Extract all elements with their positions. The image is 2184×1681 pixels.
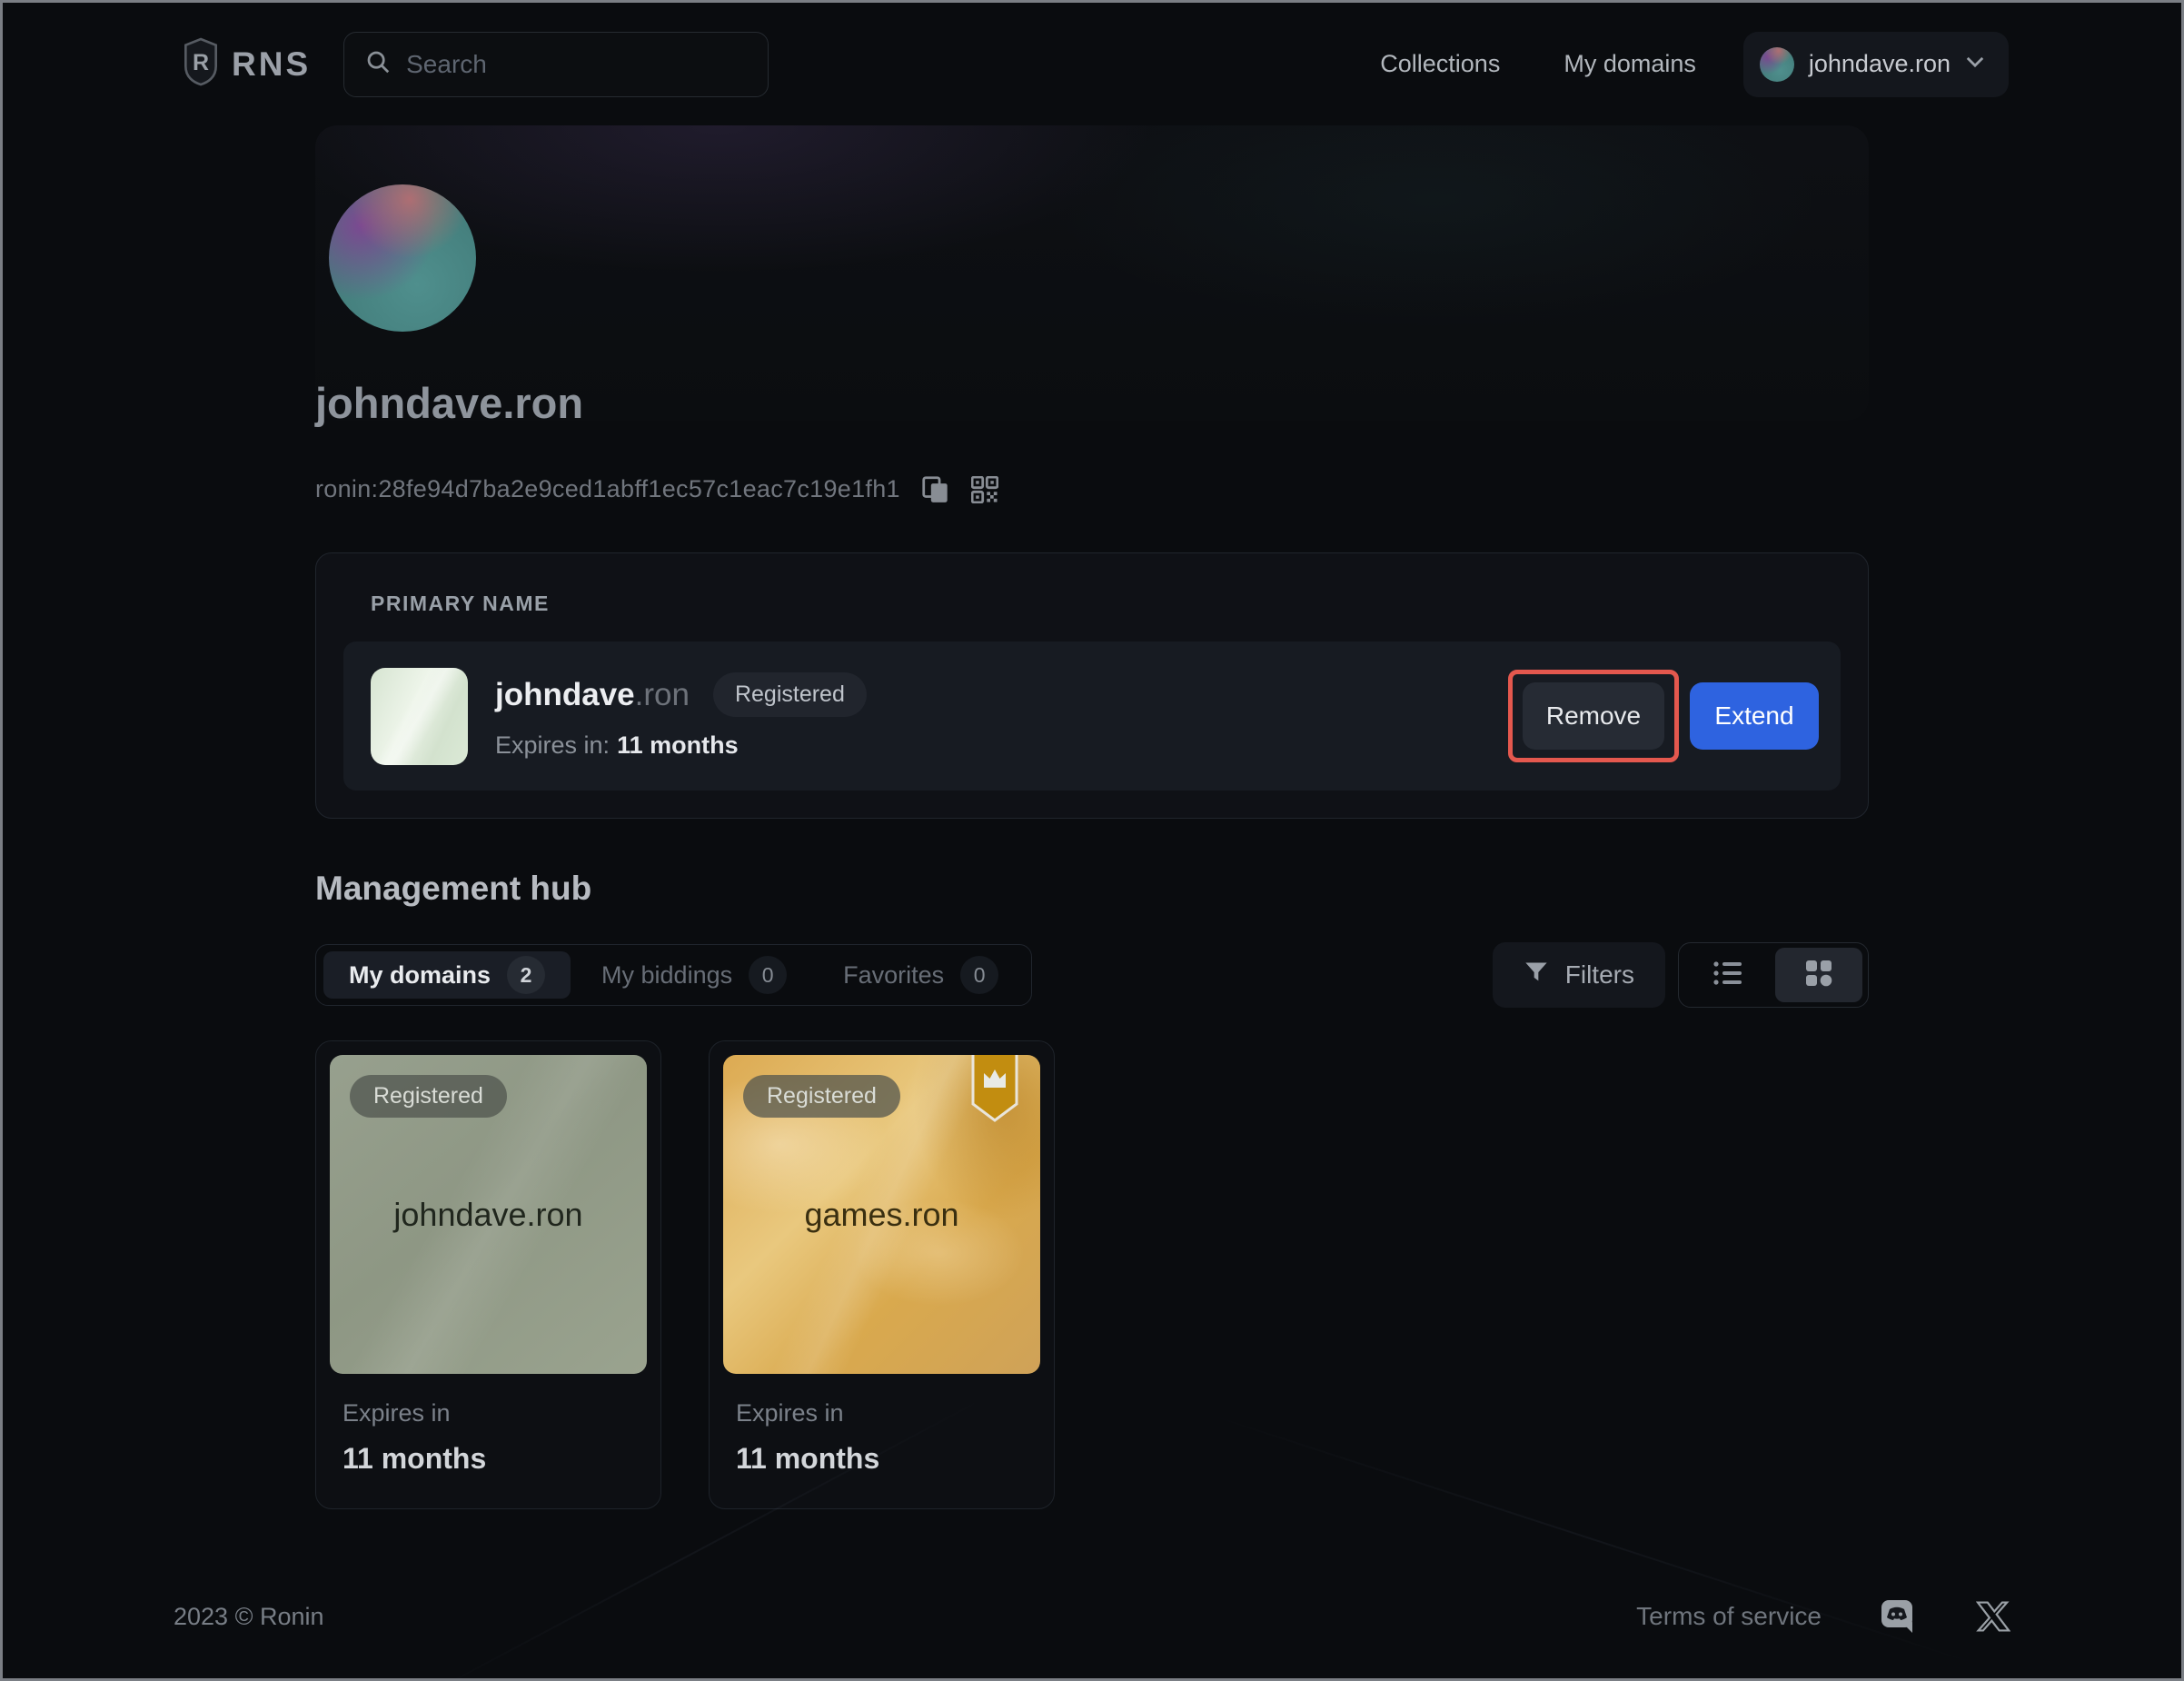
card-expires-label: Expires in xyxy=(736,1399,1027,1427)
tab-bar: My domains 2 My biddings 0 Favorites 0 xyxy=(315,944,1032,1006)
extend-button[interactable]: Extend xyxy=(1690,682,1819,750)
filter-icon xyxy=(1524,960,1549,991)
primary-section-label: PRIMARY NAME xyxy=(371,592,1841,616)
address-row: ronin:28fe94d7ba2e9ced1abff1ec57c1eac7c1… xyxy=(315,475,998,503)
grid-view-button[interactable] xyxy=(1775,948,1862,1002)
nav-my-domains[interactable]: My domains xyxy=(1564,50,1696,78)
filters-button[interactable]: Filters xyxy=(1493,942,1665,1008)
domain-thumbnail xyxy=(371,668,468,765)
list-view-button[interactable] xyxy=(1684,948,1772,1002)
copy-icon[interactable] xyxy=(922,476,949,503)
card-domain-name: games.ron xyxy=(804,1196,958,1234)
tab-favorites-count: 0 xyxy=(960,956,998,994)
primary-domain-row: johndave.ron Registered Expires in:11 mo… xyxy=(343,642,1841,791)
search-icon xyxy=(364,48,392,80)
account-avatar xyxy=(1760,47,1794,82)
search-bar[interactable] xyxy=(343,32,769,97)
qr-code-icon[interactable] xyxy=(971,476,998,503)
tab-my-biddings[interactable]: My biddings 0 xyxy=(576,951,812,999)
discord-icon[interactable] xyxy=(1880,1598,1918,1635)
crown-ribbon-icon xyxy=(971,1055,1018,1129)
management-controls: My domains 2 My biddings 0 Favorites 0 xyxy=(315,942,1869,1008)
primary-name-card: PRIMARY NAME johndave.ron Registered Exp… xyxy=(315,552,1869,819)
svg-text:R: R xyxy=(193,50,209,75)
card-meta: Expires in 11 months xyxy=(723,1374,1040,1508)
domain-card-grid: Registered johndave.ron Expires in 11 mo… xyxy=(315,1040,1869,1509)
annotation-highlight: Remove xyxy=(1508,670,1679,762)
tab-favorites[interactable]: Favorites 0 xyxy=(818,951,1024,999)
primary-domain-info: johndave.ron Registered Expires in:11 mo… xyxy=(495,672,867,760)
card-expires-label: Expires in xyxy=(342,1399,634,1427)
profile-avatar xyxy=(329,184,476,332)
main-nav: Collections My domains xyxy=(1380,50,1696,78)
domain-card-johndave[interactable]: Registered johndave.ron Expires in 11 mo… xyxy=(315,1040,661,1509)
rns-logo-icon: R xyxy=(183,36,219,92)
chevron-down-icon xyxy=(1965,55,1985,73)
grid-view-icon xyxy=(1804,959,1833,992)
copyright-text: 2023 © Ronin xyxy=(174,1603,324,1631)
view-toggle xyxy=(1678,942,1869,1008)
page: R RNS Collections My domains johndave.ro… xyxy=(0,0,2184,1681)
card-expires-value: 11 months xyxy=(342,1442,634,1476)
domain-card-games[interactable]: Registered games.ron Expires in 11 month… xyxy=(709,1040,1055,1509)
tab-my-domains[interactable]: My domains 2 xyxy=(323,951,571,999)
search-input[interactable] xyxy=(406,50,748,79)
wallet-address: ronin:28fe94d7ba2e9ced1abff1ec57c1eac7c1… xyxy=(315,475,900,503)
list-view-icon xyxy=(1712,960,1743,991)
status-badge: Registered xyxy=(713,672,867,717)
brand-name: RNS xyxy=(232,45,311,84)
primary-expires: Expires in:11 months xyxy=(495,731,867,760)
content: johndave.ron ronin:28fe94d7ba2e9ced1abff… xyxy=(315,125,1869,1578)
account-name: johndave.ron xyxy=(1809,50,1951,78)
footer: 2023 © Ronin Terms of service xyxy=(3,1578,2181,1678)
primary-actions: Remove Extend xyxy=(1508,670,1819,762)
domain-card-image: Registered games.ron xyxy=(723,1055,1040,1374)
domain-card-image: Registered johndave.ron xyxy=(330,1055,647,1374)
primary-expires-value: 11 months xyxy=(617,731,739,759)
nav-collections[interactable]: Collections xyxy=(1380,50,1500,78)
terms-of-service-link[interactable]: Terms of service xyxy=(1636,1602,1822,1631)
brand[interactable]: R RNS xyxy=(183,36,311,92)
x-twitter-icon[interactable] xyxy=(1976,1599,2010,1634)
card-expires-value: 11 months xyxy=(736,1442,1027,1476)
card-status-badge: Registered xyxy=(350,1075,507,1118)
tab-my-domains-count: 2 xyxy=(507,956,545,994)
tab-my-biddings-count: 0 xyxy=(749,956,787,994)
card-domain-name: johndave.ron xyxy=(393,1196,582,1234)
account-menu[interactable]: johndave.ron xyxy=(1743,32,2009,97)
primary-domain-tld: .ron xyxy=(635,677,690,712)
profile-banner xyxy=(315,125,1869,421)
remove-button[interactable]: Remove xyxy=(1523,682,1664,750)
card-status-badge: Registered xyxy=(743,1075,900,1118)
profile-hero: johndave.ron ronin:28fe94d7ba2e9ced1abff… xyxy=(315,125,1869,552)
management-hub-title: Management hub xyxy=(315,870,1869,908)
header: R RNS Collections My domains johndave.ro… xyxy=(3,3,2181,125)
page-title: johndave.ron xyxy=(315,378,583,428)
primary-domain-name: johndave.ron xyxy=(495,677,690,713)
card-meta: Expires in 11 months xyxy=(330,1374,647,1508)
